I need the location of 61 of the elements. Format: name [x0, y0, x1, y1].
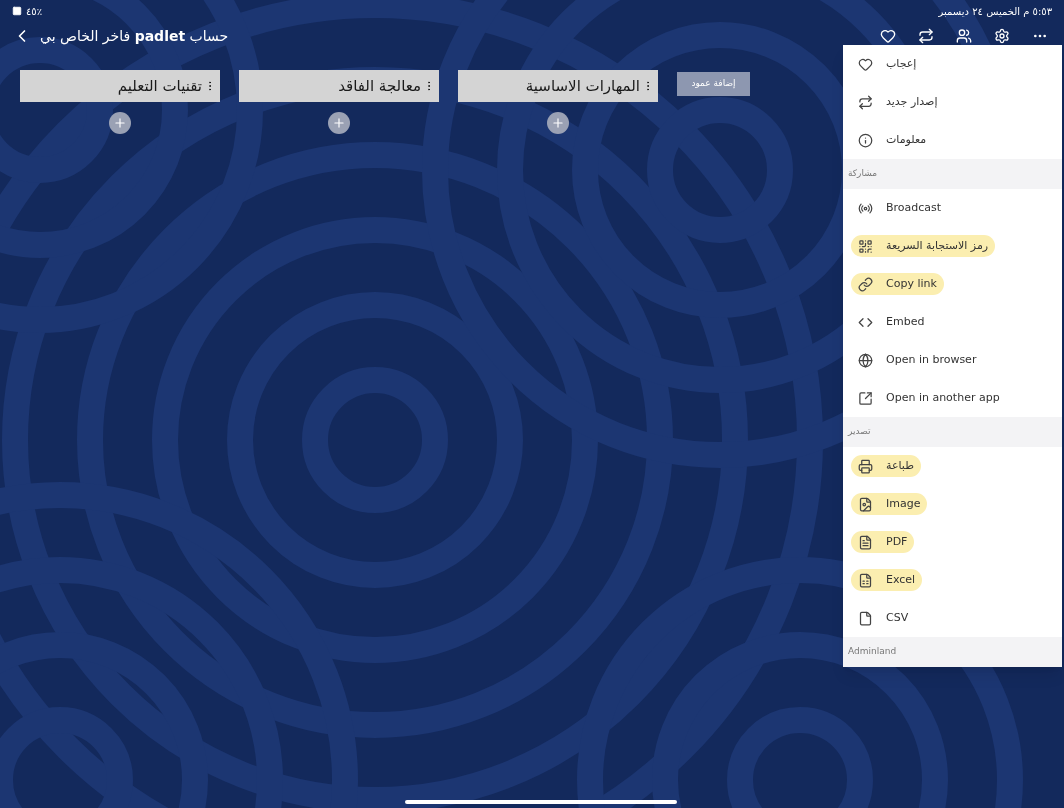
menu-item[interactable]: Broadcast: [843, 189, 1062, 227]
globe-icon: [858, 352, 873, 368]
file-icon: [858, 610, 873, 626]
repeat-icon: [858, 94, 873, 110]
column-title: معالجة الفاقد: [338, 75, 421, 97]
column-header[interactable]: المهارات الاساسية: [458, 70, 658, 102]
menu-item-label: معلومات: [886, 131, 927, 148]
menu-item-label: Open in browser: [886, 351, 977, 368]
battery-level: ٤٥٪: [26, 4, 43, 19]
section-title: Adminland: [848, 645, 897, 659]
heart-icon: [858, 56, 873, 72]
menu-item-label: Embed: [886, 313, 925, 330]
file-icon: [858, 534, 873, 550]
section-title: مشاركة: [848, 167, 878, 181]
menu-item[interactable]: Open in another app: [843, 379, 1062, 417]
repeat-icon[interactable]: [918, 28, 934, 44]
menu-item[interactable]: Image: [843, 485, 1062, 523]
settings-icon[interactable]: [994, 28, 1010, 44]
menu-item[interactable]: معلومات: [843, 121, 1062, 159]
status-clock: ٥:٥٣ م الخميس ٢٤ ديسمبر: [938, 4, 1052, 19]
external-link-icon: [858, 390, 873, 406]
menu-item-label: Broadcast: [886, 199, 942, 216]
column-title: المهارات الاساسية: [525, 75, 640, 97]
menu-item[interactable]: إعجاب: [843, 45, 1062, 83]
battery-icon: [12, 6, 22, 16]
menu-item[interactable]: Copy link: [843, 265, 1062, 303]
menu-item-label: إصدار جديد: [886, 93, 938, 110]
menu-item[interactable]: CSV: [843, 599, 1062, 637]
menu-item-label: Copy link: [886, 275, 937, 292]
qr-code-icon: [858, 238, 873, 254]
info-icon: [858, 132, 873, 148]
menu-item-label: Open in another app: [886, 389, 1000, 406]
menu-item-label: CSV: [886, 609, 909, 626]
column-header[interactable]: تقنيات التعليم: [20, 70, 220, 102]
add-post-button[interactable]: [328, 112, 350, 134]
menu-item-label: رمز الاستجابة السريعة: [886, 237, 989, 254]
plus-icon: [113, 116, 127, 130]
file-icon: [858, 496, 873, 512]
heart-icon[interactable]: [880, 28, 896, 44]
menu-item-label: Image: [886, 495, 921, 512]
printer-icon: [858, 458, 873, 474]
menu-item-label: Excel: [886, 571, 916, 588]
menu-item[interactable]: إصدار جديد: [843, 83, 1062, 121]
menu-item[interactable]: طباعة: [843, 447, 1062, 485]
menu-item-label: إعجاب: [886, 55, 917, 72]
menu-item[interactable]: Open in browser: [843, 341, 1062, 379]
section-title: تصدير: [848, 425, 871, 439]
add-post-button[interactable]: [109, 112, 131, 134]
column-title: تقنيات التعليم: [117, 75, 202, 97]
menu-item[interactable]: Embed: [843, 303, 1062, 341]
link-icon: [858, 276, 873, 292]
people-icon[interactable]: [956, 28, 972, 44]
file-icon: [858, 572, 873, 588]
menu-item[interactable]: Excel: [843, 561, 1062, 599]
plus-icon: [551, 116, 565, 130]
menu-item[interactable]: رمز الاستجابة السريعة: [843, 227, 1062, 265]
column-header[interactable]: معالجة الفاقد: [239, 70, 439, 102]
menu-item[interactable]: PDF: [843, 523, 1062, 561]
plus-icon: [332, 116, 346, 130]
menu-item-label: PDF: [886, 533, 908, 550]
menu-item-label: طباعة: [886, 457, 914, 474]
